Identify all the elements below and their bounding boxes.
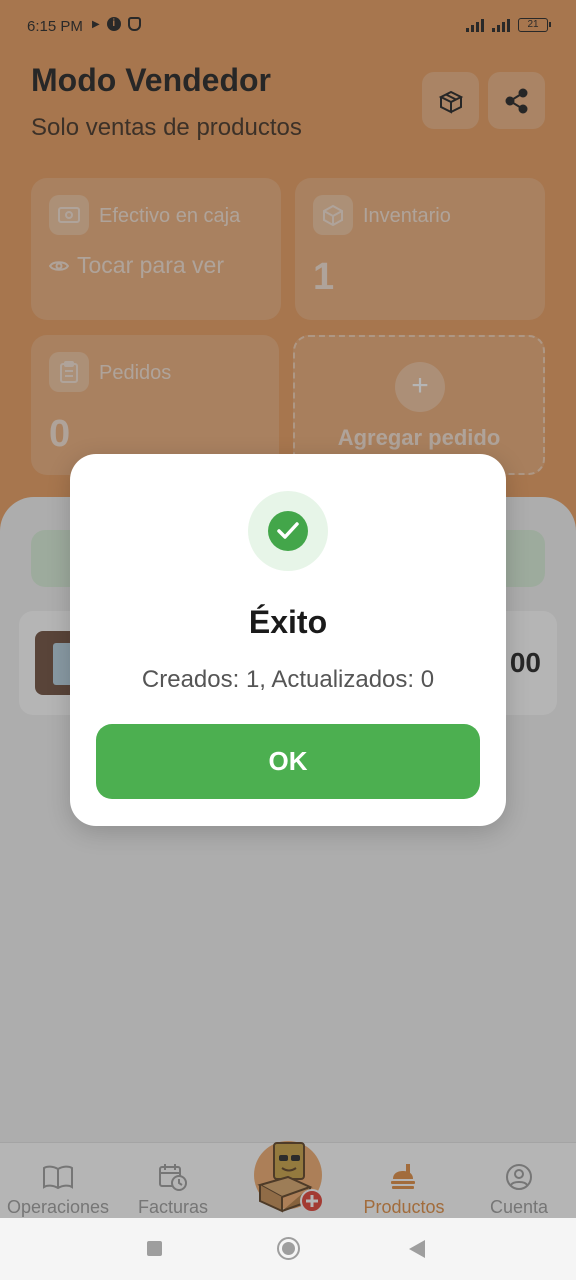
check-icon	[268, 511, 308, 551]
system-navigation-bar	[0, 1218, 576, 1280]
recents-button[interactable]	[147, 1241, 162, 1256]
back-button[interactable]	[409, 1240, 425, 1258]
dialog-message: Creados: 1, Actualizados: 0	[141, 666, 435, 693]
dialog-title: Éxito	[248, 604, 328, 640]
app-screen: 6:15 PM ▶ i 21 Modo Vendedor Solo ventas…	[0, 0, 576, 1280]
success-badge	[248, 491, 328, 571]
success-dialog: Éxito Creados: 1, Actualizados: 0 OK	[70, 454, 506, 826]
ok-button[interactable]: OK	[96, 724, 480, 799]
home-button[interactable]	[277, 1237, 300, 1260]
